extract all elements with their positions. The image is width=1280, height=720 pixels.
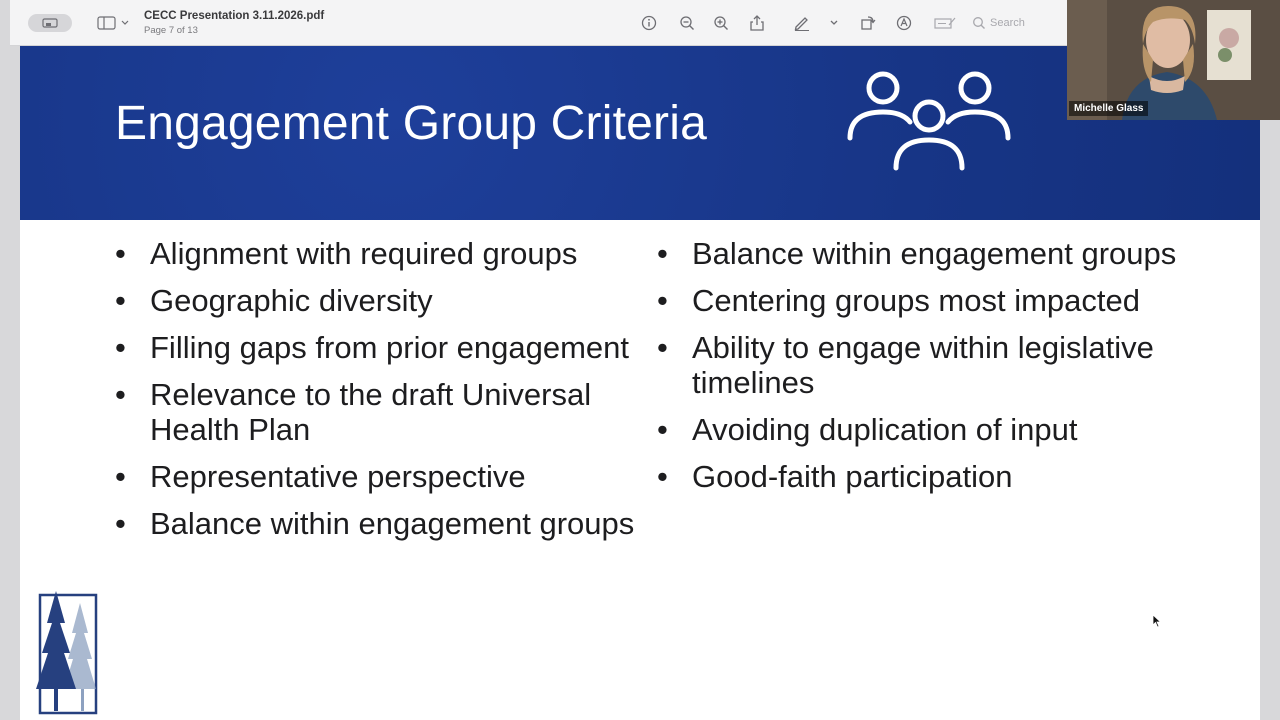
participant-name-label: Michelle Glass: [1069, 101, 1149, 116]
bullet-glyph: •: [657, 459, 668, 494]
annotate-icon: [896, 15, 912, 31]
list-item: • Avoiding duplication of input: [657, 412, 1197, 447]
window-edge: [1260, 120, 1280, 720]
rotate-button[interactable]: [857, 12, 879, 34]
zoom-in-button[interactable]: [710, 12, 732, 34]
markup-pen-icon: [794, 17, 809, 31]
bullet-glyph: •: [115, 377, 126, 412]
criterion-text: Alignment with required groups: [150, 236, 578, 271]
criterion-text: Geographic diversity: [150, 283, 433, 318]
criterion-text: Representative perspective: [150, 459, 526, 494]
bullet-glyph: •: [115, 459, 126, 494]
share-button[interactable]: [746, 12, 768, 34]
markup-menu-button[interactable]: [823, 12, 845, 34]
form-button[interactable]: [934, 12, 956, 34]
share-icon: [750, 15, 764, 31]
search-placeholder: Search: [990, 17, 1025, 29]
criterion-text: Ability to engage within legislative tim…: [692, 330, 1154, 400]
document-title: CECC Presentation 3.11.2026.pdf: [144, 10, 325, 22]
screen: CECC Presentation 3.11.2026.pdf Page 7 o…: [0, 0, 1280, 720]
bullet-glyph: •: [115, 236, 126, 271]
criterion-text: Avoiding duplication of input: [692, 412, 1078, 447]
zoom-out-icon: [680, 16, 694, 30]
info-icon: [641, 15, 657, 31]
bullet-glyph: •: [115, 506, 126, 541]
mouse-cursor-icon: [1152, 614, 1162, 628]
list-item: • Filling gaps from prior engagement: [115, 330, 635, 365]
bullet-glyph: •: [657, 283, 668, 318]
chevron-down-icon: [830, 20, 838, 25]
bullet-glyph: •: [115, 330, 126, 365]
window-control-button[interactable]: [28, 14, 72, 32]
criterion-text: Centering groups most impacted: [692, 283, 1141, 318]
right-criteria-list: • Balance within engagement groups • Cente…: [657, 236, 1197, 506]
bullet-glyph: •: [657, 236, 668, 271]
search-icon: [973, 17, 985, 29]
bullet-glyph: •: [657, 330, 668, 365]
markup-button[interactable]: [791, 12, 813, 34]
criterion-text: Balance within engagement groups: [150, 506, 635, 541]
list-item: • Good-faith participation: [657, 459, 1197, 494]
sidebar-icon: [97, 16, 129, 30]
search-field[interactable]: Search: [972, 13, 1064, 33]
slide-title: Engagement Group Criteria: [115, 97, 707, 150]
criterion-text: Good-faith participation: [692, 459, 1013, 494]
rotate-icon: [861, 16, 876, 30]
window-icon: [42, 18, 58, 28]
form-icon: [934, 17, 956, 29]
list-item: • Alignment with required groups: [115, 236, 635, 271]
list-item: • Balance within engagement groups: [115, 506, 635, 541]
people-group-icon: [847, 71, 1011, 171]
list-item: • Ability to engage within legislative ti…: [657, 330, 1197, 400]
pdf-viewer-toolbar: CECC Presentation 3.11.2026.pdf Page 7 o…: [10, 0, 1067, 46]
zoom-in-icon: [714, 16, 728, 30]
bullet-glyph: •: [657, 412, 668, 447]
page-indicator: Page 7 of 13: [144, 25, 198, 36]
pine-trees-logo: [36, 591, 98, 715]
presentation-slide: Engagement Group Criteria • Alignment wit…: [20, 46, 1260, 720]
list-item: • Relevance to the draft Universal Health…: [115, 377, 635, 447]
criterion-text: Filling gaps from prior engagement: [150, 330, 630, 365]
criterion-text: Relevance to the draft Universal Health …: [150, 377, 592, 447]
zoom-out-button[interactable]: [676, 12, 698, 34]
sidebar-toggle-button[interactable]: [96, 13, 132, 33]
list-item: • Representative perspective: [115, 459, 635, 494]
list-item: • Geographic diversity: [115, 283, 635, 318]
criterion-text: Balance within engagement groups: [692, 236, 1177, 271]
left-criteria-list: • Alignment with required groups • Geograp…: [115, 236, 635, 553]
list-item: • Balance within engagement groups: [657, 236, 1197, 271]
annotate-button[interactable]: [893, 12, 915, 34]
participant-video-tile[interactable]: Michelle Glass: [1067, 0, 1280, 120]
list-item: • Centering groups most impacted: [657, 283, 1197, 318]
info-button[interactable]: [638, 12, 660, 34]
bullet-glyph: •: [115, 283, 126, 318]
